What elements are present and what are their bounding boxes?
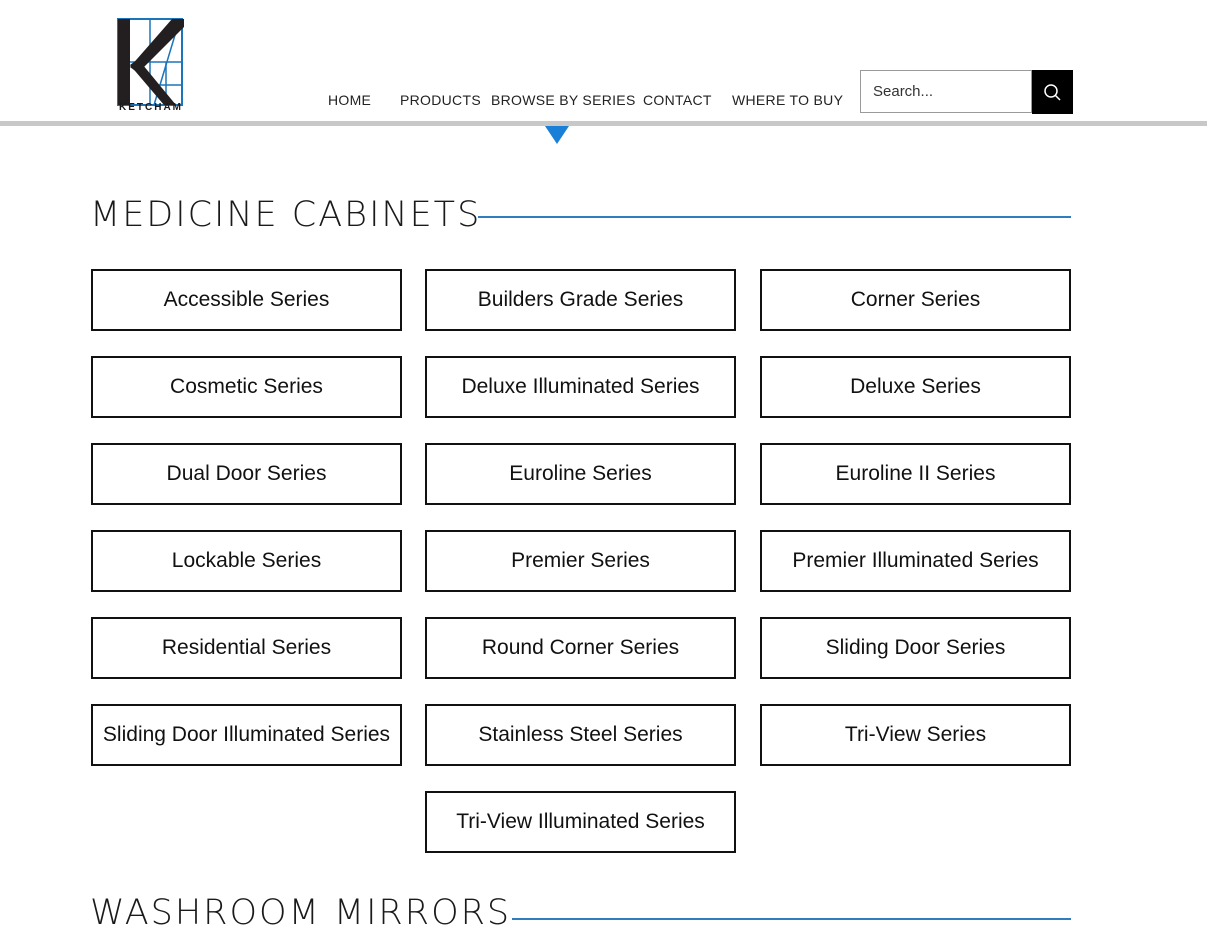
nav-products[interactable]: PRODUCTS [400,92,481,108]
active-nav-indicator [545,126,569,144]
series-button-deluxe[interactable]: Deluxe Series [760,356,1071,418]
series-button-tri-view-illuminated[interactable]: Tri-View Illuminated Series [425,791,736,853]
series-button-cosmetic[interactable]: Cosmetic Series [91,356,402,418]
header-divider [0,121,1207,126]
series-button-builders-grade[interactable]: Builders Grade Series [425,269,736,331]
nav-browse-by-series[interactable]: BROWSE BY SERIES [491,92,636,108]
series-button-dual-door[interactable]: Dual Door Series [91,443,402,505]
search-box [860,70,1032,113]
section-rule [478,216,1071,218]
section-title-medicine-cabinets: MEDICINE CABINETS [90,195,482,235]
series-button-accessible[interactable]: Accessible Series [91,269,402,331]
series-button-premier-illuminated[interactable]: Premier Illuminated Series [760,530,1071,592]
series-button-euroline-ii[interactable]: Euroline II Series [760,443,1071,505]
section-title-washroom-mirrors: WASHROOM MIRRORS [90,893,512,933]
nav-where-to-buy[interactable]: WHERE TO BUY [732,92,843,108]
logo-wordmark: KETCHAM [119,102,183,113]
search-icon [1044,84,1061,101]
search-button[interactable] [1032,70,1073,114]
series-button-sliding-door[interactable]: Sliding Door Series [760,617,1071,679]
ketcham-logo-icon [117,18,184,106]
series-button-stainless-steel[interactable]: Stainless Steel Series [425,704,736,766]
series-button-lockable[interactable]: Lockable Series [91,530,402,592]
series-button-round-corner[interactable]: Round Corner Series [425,617,736,679]
series-button-euroline[interactable]: Euroline Series [425,443,736,505]
series-button-deluxe-illuminated[interactable]: Deluxe Illuminated Series [425,356,736,418]
search-input[interactable] [861,71,1031,112]
nav-contact[interactable]: CONTACT [643,92,712,108]
section-rule [512,918,1071,920]
nav-home[interactable]: HOME [328,92,371,108]
series-button-tri-view[interactable]: Tri-View Series [760,704,1071,766]
series-button-corner[interactable]: Corner Series [760,269,1071,331]
series-button-sliding-door-illuminated[interactable]: Sliding Door Illuminated Series [91,704,402,766]
series-button-residential[interactable]: Residential Series [91,617,402,679]
series-button-premier[interactable]: Premier Series [425,530,736,592]
